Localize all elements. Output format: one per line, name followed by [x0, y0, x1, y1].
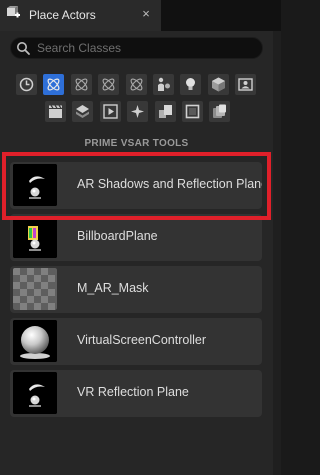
basic-shapes-icon: [47, 78, 60, 91]
atom-icon: [75, 78, 88, 91]
category-visual-effects-button[interactable]: [72, 101, 93, 122]
play-box-icon: [103, 104, 118, 119]
portrait-icon: [238, 78, 253, 91]
atom-icon: [130, 78, 143, 91]
list-item-label: M_AR_Mask: [77, 281, 149, 295]
frame-icon: [185, 104, 200, 119]
tab-place-actors[interactable]: Place Actors ×: [0, 0, 161, 31]
search-box[interactable]: [10, 37, 263, 59]
list-item[interactable]: BillboardPlane: [10, 214, 262, 261]
sphere-actor-thumb: [13, 164, 57, 206]
list-item-label: VR Reflection Plane: [77, 385, 189, 399]
tab-bar: Place Actors ×: [0, 0, 281, 31]
clock-icon: [19, 77, 34, 92]
sphere-thumb: [13, 320, 57, 362]
category-clock-button[interactable]: [16, 74, 37, 95]
all-classes-icon: [213, 104, 226, 118]
list-item[interactable]: VirtualScreenController: [10, 318, 262, 365]
list-item-label: BillboardPlane: [77, 229, 158, 243]
category-portrait-button[interactable]: [235, 74, 256, 95]
place-actors-panel: PRIME VSAR TOOLS AR Shadows and Reflecti…: [0, 31, 273, 475]
list-item[interactable]: AR Shadows and Reflection Plane: [10, 162, 262, 209]
category-atom-button[interactable]: [71, 74, 92, 95]
checker-thumb: [13, 268, 57, 310]
place-actors-icon: [7, 6, 20, 18]
category-frame-button[interactable]: [182, 101, 203, 122]
list-item-label: AR Shadows and Reflection Plane: [77, 177, 262, 191]
list-item[interactable]: M_AR_Mask: [10, 266, 262, 313]
category-all-classes-button[interactable]: [209, 101, 230, 122]
category-sparkle-button[interactable]: [127, 101, 148, 122]
atom-icon: [102, 78, 115, 91]
category-character-button[interactable]: [153, 74, 174, 95]
list-item[interactable]: VR Reflection Plane: [10, 370, 262, 417]
category-atom-button[interactable]: [126, 74, 147, 95]
category-light-bulb-button[interactable]: [180, 74, 201, 95]
panel-scrollbar[interactable]: [273, 31, 281, 475]
category-clapperboard-button[interactable]: [45, 101, 66, 122]
character-icon: [158, 77, 170, 91]
category-play-box-button[interactable]: [100, 101, 121, 122]
light-bulb-icon: [186, 78, 195, 90]
category-cube-button[interactable]: [208, 74, 229, 95]
cube-icon: [212, 77, 225, 92]
sparkle-icon: [131, 105, 144, 118]
volumes-icon: [159, 105, 172, 118]
search-input[interactable]: [37, 39, 255, 57]
list-item-label: VirtualScreenController: [77, 333, 206, 347]
billboard-thumb: [13, 216, 57, 258]
clapperboard-icon: [49, 105, 62, 118]
search-icon: [17, 42, 30, 55]
category-basic-shapes-button[interactable]: [43, 74, 64, 95]
section-title: PRIME VSAR TOOLS: [84, 138, 189, 149]
sphere-actor-thumb: [13, 372, 57, 414]
visual-effects-icon: [76, 105, 89, 118]
category-atom-button[interactable]: [98, 74, 119, 95]
category-volumes-button[interactable]: [155, 101, 176, 122]
close-icon[interactable]: ×: [138, 6, 154, 22]
tab-title: Place Actors: [29, 8, 96, 22]
